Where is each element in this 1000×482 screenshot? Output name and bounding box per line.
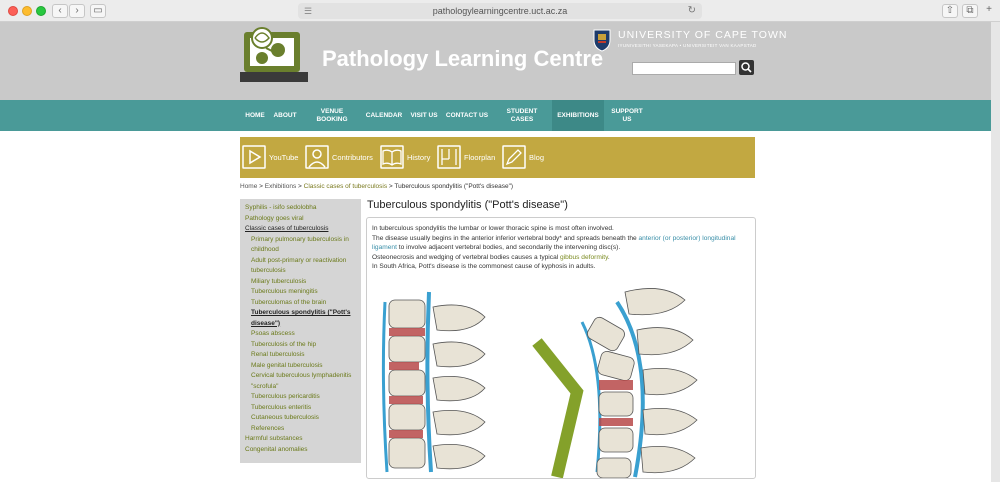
subnav-floorplan[interactable]: Floorplan bbox=[437, 144, 495, 170]
subnav-contributors[interactable]: Contributors bbox=[305, 144, 373, 170]
exhibition-subnav: YouTube Contributors History Floorplan B… bbox=[240, 137, 755, 178]
sidebar-item[interactable]: Syphilis - isifo sedolobha bbox=[245, 203, 356, 214]
address-bar[interactable]: ☰ pathologylearningcentre.uct.ac.za ↻ bbox=[298, 3, 702, 19]
content-panel: In tuberculous spondylitis the lumbar or… bbox=[366, 217, 756, 479]
paragraph: In tuberculous spondylitis the lumbar or… bbox=[372, 225, 614, 232]
sidebar-subitem[interactable]: Psoas abscess bbox=[245, 329, 356, 340]
sidebar-item[interactable]: Harmful substances bbox=[245, 434, 356, 445]
sidebar-item[interactable]: Congenital anomalies bbox=[245, 445, 356, 456]
kyphotic-spine-drawing bbox=[532, 288, 698, 478]
site-title[interactable]: Pathology Learning Centre bbox=[322, 46, 603, 72]
sidebar-subitem[interactable]: Primary pulmonary tuberculosis in childh… bbox=[245, 235, 356, 256]
paragraph: Osteonecrosis and wedging of vertebral b… bbox=[372, 253, 750, 263]
sidebar-subitem[interactable]: Tuberculous enteritis bbox=[245, 403, 356, 414]
subnav-youtube[interactable]: YouTube bbox=[242, 144, 298, 170]
paragraph: In South Africa, Pott's disease is the c… bbox=[372, 263, 596, 271]
sidebar-subitem[interactable]: Cervical tuberculous lymphadenitis "scro… bbox=[245, 371, 356, 392]
nav-support-us[interactable]: SUPPORT US bbox=[608, 100, 646, 131]
nav-contact-us[interactable]: CONTACT US bbox=[444, 100, 490, 131]
paragraph-text: The disease usually begins in the anteri… bbox=[372, 234, 639, 242]
sidebar-subitem-current[interactable]: Tuberculous spondylitis ("Pott's disease… bbox=[245, 308, 356, 329]
floorplan-icon bbox=[437, 145, 461, 169]
normal-spine-drawing bbox=[381, 291, 486, 473]
sidebar-subitem[interactable]: Miliary tuberculosis bbox=[245, 277, 356, 288]
back-button[interactable]: ‹ bbox=[52, 4, 68, 18]
reload-icon[interactable]: ↻ bbox=[688, 3, 696, 19]
person-icon bbox=[305, 145, 329, 169]
site-logo[interactable] bbox=[240, 26, 308, 96]
play-icon bbox=[242, 145, 266, 169]
sidebar-item[interactable]: Pathology goes viral bbox=[245, 214, 356, 225]
sidebar-subitem[interactable]: Tuberculous pericarditis bbox=[245, 392, 356, 403]
nav-student-cases[interactable]: STUDENT CASES bbox=[502, 100, 542, 131]
paragraph-text: to involve adjacent vertebral bodies, an… bbox=[396, 244, 621, 252]
sidebar-toggle-icon[interactable]: ▭ bbox=[90, 4, 106, 18]
window-edge bbox=[991, 22, 1000, 482]
search-icon bbox=[741, 62, 752, 73]
minimize-window-icon[interactable] bbox=[22, 6, 32, 16]
gibbus-deformity-link[interactable]: gibbus deformity bbox=[560, 254, 608, 261]
breadcrumb-current: Tuberculous spondylitis ("Pott's disease… bbox=[394, 183, 514, 190]
sidebar-item-section[interactable]: Classic cases of tuberculosis bbox=[245, 224, 356, 235]
uct-logo[interactable]: UNIVERSITY OF CAPE TOWN IYUNIVESITHI YAS… bbox=[592, 28, 786, 54]
sidebar-subitem[interactable]: Male genital tuberculosis bbox=[245, 361, 356, 372]
maximize-window-icon[interactable] bbox=[36, 6, 46, 16]
spine-illustration bbox=[381, 288, 698, 478]
sidebar-menu: Syphilis - isifo sedolobha Pathology goe… bbox=[240, 199, 361, 463]
new-tab-icon[interactable]: + bbox=[982, 4, 996, 18]
page-title: Tuberculous spondylitis ("Pott's disease… bbox=[367, 199, 568, 211]
sidebar-subitem[interactable]: Tuberculosis of the hip bbox=[245, 340, 356, 351]
university-subtitle: IYUNIVESITHI YASEKAPA • UNIVERSITEIT VAN… bbox=[618, 43, 757, 48]
url-text: pathologylearningcentre.uct.ac.za bbox=[432, 6, 568, 16]
search-button[interactable] bbox=[739, 60, 754, 75]
forward-button[interactable]: › bbox=[69, 4, 85, 18]
subnav-youtube-label: YouTube bbox=[269, 152, 299, 162]
nav-exhibitions[interactable]: EXHIBITIONS bbox=[552, 100, 604, 131]
sidebar-subitem[interactable]: Tuberculous meningitis bbox=[245, 287, 356, 298]
close-window-icon[interactable] bbox=[8, 6, 18, 16]
nav-home[interactable]: HOME bbox=[242, 100, 268, 131]
nav-venue-booking[interactable]: VENUE BOOKING bbox=[312, 100, 352, 131]
breadcrumb-home[interactable]: Home bbox=[240, 183, 257, 190]
sidebar-subitem[interactable]: Tuberculomas of the brain bbox=[245, 298, 356, 309]
main-navigation: HOME ABOUT VENUE BOOKING CALENDAR VISIT … bbox=[0, 100, 1000, 131]
breadcrumb-exhibitions[interactable]: Exhibitions bbox=[265, 183, 296, 190]
search-input[interactable] bbox=[632, 62, 736, 75]
breadcrumb-separator: > bbox=[257, 183, 265, 190]
reader-icon[interactable]: ☰ bbox=[304, 3, 312, 19]
share-icon[interactable]: ⇧ bbox=[942, 4, 958, 18]
sidebar-subitem[interactable]: Renal tuberculosis bbox=[245, 350, 356, 361]
subnav-floorplan-label: Floorplan bbox=[464, 152, 496, 162]
subnav-history-label: History bbox=[407, 152, 431, 162]
tabs-icon[interactable]: ⧉ bbox=[962, 4, 978, 18]
sidebar-subitem[interactable]: References bbox=[245, 424, 356, 435]
subnav-blog[interactable]: Blog bbox=[502, 144, 544, 170]
pencil-icon bbox=[502, 145, 526, 169]
nav-about[interactable]: ABOUT bbox=[272, 100, 298, 131]
breadcrumb-separator: > bbox=[296, 183, 304, 190]
breadcrumb-section[interactable]: Classic cases of tuberculosis bbox=[304, 183, 387, 190]
subnav-contributors-label: Contributors bbox=[332, 152, 373, 162]
book-icon bbox=[380, 145, 404, 169]
paragraph-text: Osteonecrosis and wedging of vertebral b… bbox=[372, 253, 561, 261]
browser-toolbar: ‹ › ▭ ☰ pathologylearningcentre.uct.ac.z… bbox=[0, 0, 1000, 22]
nav-visit-us[interactable]: VISIT US bbox=[408, 100, 440, 131]
university-name: UNIVERSITY OF CAPE TOWN bbox=[618, 29, 788, 41]
subnav-blog-label: Blog bbox=[529, 152, 545, 162]
uct-crest-icon bbox=[593, 29, 611, 52]
paragraph-text: . bbox=[607, 253, 610, 261]
paragraph: The disease usually begins in the anteri… bbox=[372, 234, 750, 253]
subnav-history[interactable]: History bbox=[380, 144, 430, 170]
sidebar-subitem[interactable]: Adult post-primary or reactivation tuber… bbox=[245, 256, 356, 277]
site-header: Pathology Learning Centre UNIVERSITY OF … bbox=[0, 22, 1000, 100]
breadcrumb: Home > Exhibitions > Classic cases of tu… bbox=[240, 183, 513, 190]
sidebar-subitem[interactable]: Cutaneous tuberculosis bbox=[245, 413, 356, 424]
nav-calendar[interactable]: CALENDAR bbox=[364, 100, 404, 131]
